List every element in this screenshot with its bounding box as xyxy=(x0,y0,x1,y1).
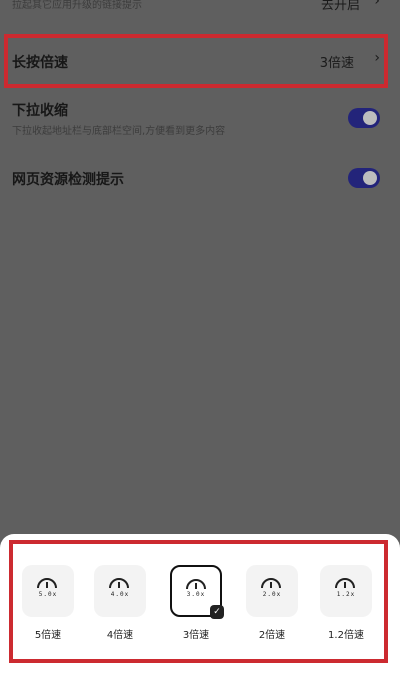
setting-row-top-partial[interactable]: 拉起其它应用升级的链接提示 去开启 › xyxy=(0,0,400,16)
pull-down-collapse-desc: 下拉收起地址栏与底部栏空间,方便看到更多内容 xyxy=(12,126,226,137)
toggle-knob xyxy=(363,111,377,125)
web-resource-detect-title: 网页资源检测提示 xyxy=(12,172,124,188)
top-row-value: 去开启 xyxy=(320,0,360,13)
setting-row-pull-down-collapse: 下拉收缩 下拉收起地址栏与底部栏空间,方便看到更多内容 xyxy=(0,100,400,142)
highlight-box-long-press xyxy=(4,34,388,88)
highlight-box-speed-options xyxy=(9,540,388,663)
chevron-right-icon: › xyxy=(374,0,380,9)
toggle-knob xyxy=(363,171,377,185)
pull-down-collapse-title: 下拉收缩 xyxy=(12,103,68,119)
pull-down-collapse-toggle[interactable] xyxy=(348,108,380,128)
setting-row-web-resource-detect: 网页资源检测提示 xyxy=(0,167,400,191)
web-resource-detect-toggle[interactable] xyxy=(348,168,380,188)
top-row-desc: 拉起其它应用升级的链接提示 xyxy=(12,0,142,11)
